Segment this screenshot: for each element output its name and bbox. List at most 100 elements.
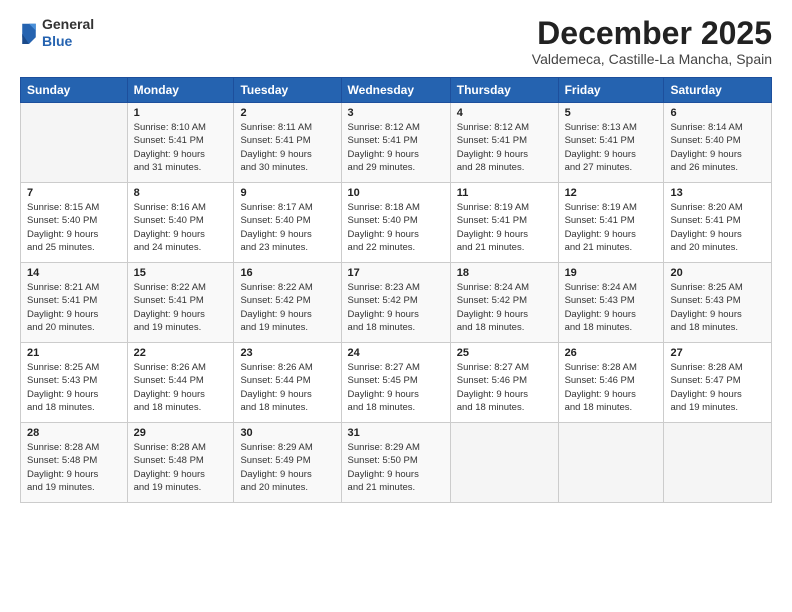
day-info: Sunrise: 8:27 AMSunset: 5:46 PMDaylight:… [457, 361, 552, 414]
day-number: 1 [134, 107, 228, 119]
calendar-cell: 11 Sunrise: 8:19 AMSunset: 5:41 PMDayligh… [450, 183, 558, 263]
logo-blue: Blue [42, 33, 94, 50]
calendar-week-3: 14 Sunrise: 8:21 AMSunset: 5:41 PMDayligh… [21, 263, 772, 343]
day-number: 10 [348, 187, 444, 199]
day-info: Sunrise: 8:16 AMSunset: 5:40 PMDaylight:… [134, 201, 228, 254]
calendar-week-4: 21 Sunrise: 8:25 AMSunset: 5:43 PMDayligh… [21, 343, 772, 423]
calendar-cell: 28 Sunrise: 8:28 AMSunset: 5:48 PMDayligh… [21, 423, 128, 503]
calendar-cell: 6 Sunrise: 8:14 AMSunset: 5:40 PMDaylight… [664, 103, 772, 183]
calendar-cell: 18 Sunrise: 8:24 AMSunset: 5:42 PMDayligh… [450, 263, 558, 343]
col-monday: Monday [127, 78, 234, 103]
calendar-cell: 20Sunrise: 8:25 AMSunset: 5:43 PMDayligh… [664, 263, 772, 343]
calendar-cell: 12 Sunrise: 8:19 AMSunset: 5:41 PMDayligh… [558, 183, 664, 263]
calendar-cell: 17 Sunrise: 8:23 AMSunset: 5:42 PMDayligh… [341, 263, 450, 343]
day-number: 4 [457, 107, 552, 119]
day-number: 25 [457, 347, 552, 359]
day-number: 16 [240, 267, 334, 279]
day-info: Sunrise: 8:15 AMSunset: 5:40 PMDaylight:… [27, 201, 121, 254]
day-info: Sunrise: 8:28 AMSunset: 5:47 PMDaylight:… [670, 361, 765, 414]
day-info: Sunrise: 8:18 AMSunset: 5:40 PMDaylight:… [348, 201, 444, 254]
calendar-cell: 25 Sunrise: 8:27 AMSunset: 5:46 PMDayligh… [450, 343, 558, 423]
day-number: 18 [457, 267, 552, 279]
day-info: Sunrise: 8:12 AMSunset: 5:41 PMDaylight:… [457, 121, 552, 174]
title-section: December 2025 Valdemeca, Castille-La Man… [532, 16, 772, 67]
calendar-cell: 13Sunrise: 8:20 AMSunset: 5:41 PMDayligh… [664, 183, 772, 263]
calendar-cell: 26 Sunrise: 8:28 AMSunset: 5:46 PMDayligh… [558, 343, 664, 423]
day-number: 14 [27, 267, 121, 279]
day-info: Sunrise: 8:13 AMSunset: 5:41 PMDaylight:… [565, 121, 658, 174]
col-tuesday: Tuesday [234, 78, 341, 103]
calendar-body: 1Sunrise: 8:10 AMSunset: 5:41 PMDaylight… [21, 103, 772, 503]
calendar-cell: 8 Sunrise: 8:16 AMSunset: 5:40 PMDaylight… [127, 183, 234, 263]
day-info: Sunrise: 8:23 AMSunset: 5:42 PMDaylight:… [348, 281, 444, 334]
page: General Blue December 2025 Valdemeca, Ca… [0, 0, 792, 612]
calendar-cell: 16Sunrise: 8:22 AMSunset: 5:42 PMDayligh… [234, 263, 341, 343]
day-number: 8 [134, 187, 228, 199]
calendar-cell: 3 Sunrise: 8:12 AMSunset: 5:41 PMDaylight… [341, 103, 450, 183]
calendar-cell: 14 Sunrise: 8:21 AMSunset: 5:41 PMDayligh… [21, 263, 128, 343]
calendar-cell: 31 Sunrise: 8:29 AMSunset: 5:50 PMDayligh… [341, 423, 450, 503]
day-number: 13 [670, 187, 765, 199]
calendar-cell [664, 423, 772, 503]
day-number: 21 [27, 347, 121, 359]
day-info: Sunrise: 8:22 AMSunset: 5:41 PMDaylight:… [134, 281, 228, 334]
day-info: Sunrise: 8:27 AMSunset: 5:45 PMDaylight:… [348, 361, 444, 414]
calendar-cell: 9 Sunrise: 8:17 AMSunset: 5:40 PMDaylight… [234, 183, 341, 263]
calendar-cell: 10 Sunrise: 8:18 AMSunset: 5:40 PMDayligh… [341, 183, 450, 263]
day-number: 30 [240, 427, 334, 439]
day-info: Sunrise: 8:25 AMSunset: 5:43 PMDaylight:… [670, 281, 765, 334]
day-number: 12 [565, 187, 658, 199]
calendar-cell: 23Sunrise: 8:26 AMSunset: 5:44 PMDayligh… [234, 343, 341, 423]
day-info: Sunrise: 8:26 AMSunset: 5:44 PMDaylight:… [240, 361, 334, 414]
calendar-week-2: 7 Sunrise: 8:15 AMSunset: 5:40 PMDaylight… [21, 183, 772, 263]
calendar-cell [558, 423, 664, 503]
logo-text: General Blue [42, 16, 94, 50]
day-number: 15 [134, 267, 228, 279]
day-number: 6 [670, 107, 765, 119]
day-info: Sunrise: 8:14 AMSunset: 5:40 PMDaylight:… [670, 121, 765, 174]
calendar-week-5: 28 Sunrise: 8:28 AMSunset: 5:48 PMDayligh… [21, 423, 772, 503]
calendar-cell: 7 Sunrise: 8:15 AMSunset: 5:40 PMDaylight… [21, 183, 128, 263]
day-number: 27 [670, 347, 765, 359]
calendar-cell: 2Sunrise: 8:11 AMSunset: 5:41 PMDaylight… [234, 103, 341, 183]
day-number: 5 [565, 107, 658, 119]
calendar-cell: 5 Sunrise: 8:13 AMSunset: 5:41 PMDaylight… [558, 103, 664, 183]
calendar-cell: 29 Sunrise: 8:28 AMSunset: 5:48 PMDayligh… [127, 423, 234, 503]
day-info: Sunrise: 8:19 AMSunset: 5:41 PMDaylight:… [457, 201, 552, 254]
day-number: 9 [240, 187, 334, 199]
day-number: 22 [134, 347, 228, 359]
day-number: 7 [27, 187, 121, 199]
calendar-cell: 1Sunrise: 8:10 AMSunset: 5:41 PMDaylight… [127, 103, 234, 183]
calendar-cell: 22Sunrise: 8:26 AMSunset: 5:44 PMDayligh… [127, 343, 234, 423]
col-wednesday: Wednesday [341, 78, 450, 103]
day-info: Sunrise: 8:28 AMSunset: 5:46 PMDaylight:… [565, 361, 658, 414]
day-info: Sunrise: 8:28 AMSunset: 5:48 PMDaylight:… [27, 441, 121, 494]
calendar-cell: 30 Sunrise: 8:29 AMSunset: 5:49 PMDayligh… [234, 423, 341, 503]
day-info: Sunrise: 8:25 AMSunset: 5:43 PMDaylight:… [27, 361, 121, 414]
day-info: Sunrise: 8:29 AMSunset: 5:50 PMDaylight:… [348, 441, 444, 494]
day-info: Sunrise: 8:12 AMSunset: 5:41 PMDaylight:… [348, 121, 444, 174]
calendar: Sunday Monday Tuesday Wednesday Thursday… [20, 77, 772, 503]
day-number: 3 [348, 107, 444, 119]
day-info: Sunrise: 8:17 AMSunset: 5:40 PMDaylight:… [240, 201, 334, 254]
day-info: Sunrise: 8:29 AMSunset: 5:49 PMDaylight:… [240, 441, 334, 494]
day-info: Sunrise: 8:24 AMSunset: 5:42 PMDaylight:… [457, 281, 552, 334]
month-title: December 2025 [532, 16, 772, 51]
calendar-header: Sunday Monday Tuesday Wednesday Thursday… [21, 78, 772, 103]
day-number: 17 [348, 267, 444, 279]
col-saturday: Saturday [664, 78, 772, 103]
logo: General Blue [20, 16, 94, 50]
calendar-cell: 15 Sunrise: 8:22 AMSunset: 5:41 PMDayligh… [127, 263, 234, 343]
calendar-cell: 27 Sunrise: 8:28 AMSunset: 5:47 PMDayligh… [664, 343, 772, 423]
day-number: 29 [134, 427, 228, 439]
day-number: 31 [348, 427, 444, 439]
day-number: 28 [27, 427, 121, 439]
day-number: 11 [457, 187, 552, 199]
calendar-cell: 21 Sunrise: 8:25 AMSunset: 5:43 PMDayligh… [21, 343, 128, 423]
calendar-cell: 4 Sunrise: 8:12 AMSunset: 5:41 PMDaylight… [450, 103, 558, 183]
col-thursday: Thursday [450, 78, 558, 103]
day-number: 26 [565, 347, 658, 359]
day-info: Sunrise: 8:21 AMSunset: 5:41 PMDaylight:… [27, 281, 121, 334]
day-info: Sunrise: 8:28 AMSunset: 5:48 PMDaylight:… [134, 441, 228, 494]
day-info: Sunrise: 8:19 AMSunset: 5:41 PMDaylight:… [565, 201, 658, 254]
